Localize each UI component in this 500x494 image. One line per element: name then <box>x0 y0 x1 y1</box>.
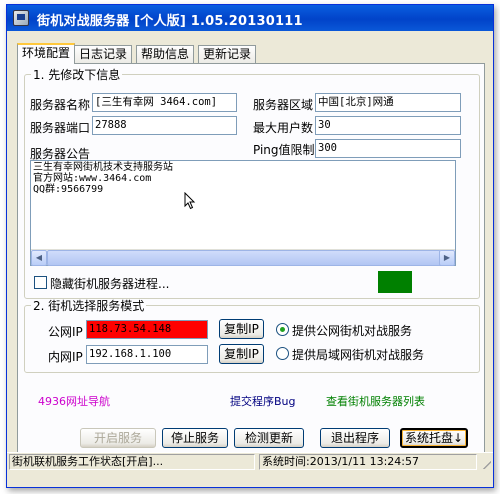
copy-private-ip-button[interactable]: 复制IP <box>219 344 264 364</box>
scroll-right-arrow-icon[interactable]: ▶ <box>439 250 455 266</box>
lan-mode-label: 提供局域网街机对战服务 <box>292 348 425 362</box>
horizontal-scrollbar[interactable]: ◀ ▶ <box>31 249 455 266</box>
public-mode-label: 提供公网街机对战服务 <box>292 324 413 338</box>
announcement-line: QQ群:9566799 <box>33 184 104 195</box>
max-users-label: 最大用户数 <box>253 121 314 135</box>
private-ip-label: 内网IP <box>48 350 83 364</box>
status-bar: 街机联机服务工作状态[开启]... 系统时间:2013/1/11 13:24:5… <box>7 452 493 470</box>
copy-public-ip-button[interactable]: 复制IP <box>219 319 264 339</box>
system-tray-button[interactable]: 系统托盘↓ <box>400 428 468 448</box>
server-port-input[interactable]: 27888 <box>92 116 237 135</box>
check-update-button[interactable]: 检测更新 <box>234 428 304 448</box>
app-window: 街机对战服务器 [个人版] 1.05.20130111 环境配置 日志记录 帮助… <box>6 4 494 488</box>
public-ip-label: 公网IP <box>48 325 83 339</box>
start-service-button[interactable]: 开启服务 <box>80 428 156 448</box>
service-state-text: 街机联机服务工作状态[开启]... <box>9 454 255 470</box>
server-region-label: 服务器区域 <box>253 98 314 112</box>
announcement-line: 三生有幸网街机技术支持服务站 <box>33 162 173 173</box>
submit-bug-link[interactable]: 提交程序Bug <box>230 393 296 409</box>
public-mode-radio[interactable] <box>276 323 289 336</box>
hide-process-checkbox[interactable] <box>34 276 47 289</box>
lan-mode-radio[interactable] <box>276 347 289 360</box>
server-name-input[interactable]: [三生有幸网 3464.com] <box>92 93 237 112</box>
ping-limit-label: Ping值限制 <box>253 143 315 157</box>
tab-help[interactable]: 帮助信息 <box>136 45 195 63</box>
hide-process-label: 隐藏街机服务器进程... <box>50 277 170 291</box>
server-region-input[interactable]: 中国[北京]网通 <box>315 93 461 112</box>
window-title: 街机对战服务器 [个人版] 1.05.20130111 <box>37 14 303 29</box>
exit-program-button[interactable]: 退出程序 <box>320 428 390 448</box>
private-ip-input[interactable]: 192.168.1.100 <box>86 345 208 364</box>
server-list-link[interactable]: 查看街机服务器列表 <box>326 393 425 409</box>
stop-service-button[interactable]: 停止服务 <box>162 428 228 448</box>
ping-limit-input[interactable]: 300 <box>315 139 461 158</box>
scroll-thumb[interactable] <box>47 250 441 266</box>
resize-grip-icon[interactable] <box>481 459 491 469</box>
max-users-input[interactable]: 30 <box>315 116 461 135</box>
announcement-textarea[interactable]: 三生有幸网街机技术支持服务站 官方网站:www.3464.com QQ群:956… <box>30 160 456 266</box>
public-ip-input[interactable]: 118.73.54.148 <box>86 320 208 339</box>
nav-link[interactable]: 4936网址导航 <box>38 393 110 409</box>
scroll-left-arrow-icon[interactable]: ◀ <box>31 250 47 266</box>
tab-log[interactable]: 日志记录 <box>74 45 133 63</box>
server-info-legend: 1. 先修改下信息 <box>33 68 121 82</box>
tab-changelog[interactable]: 更新记录 <box>198 45 257 63</box>
announcement-line: 官方网站:www.3464.com <box>33 173 152 184</box>
server-port-label: 服务器端口 <box>30 121 91 135</box>
service-mode-legend: 2. 街机选择服务模式 <box>33 299 145 313</box>
announcement-content: 三生有幸网街机技术支持服务站 官方网站:www.3464.com QQ群:956… <box>33 162 453 195</box>
server-name-label: 服务器名称 <box>30 98 91 112</box>
status-indicator <box>378 271 412 293</box>
tab-panel-environment: 1. 先修改下信息 服务器名称 [三生有幸网 3464.com] 服务器区域 中… <box>17 63 485 454</box>
app-icon <box>13 10 29 26</box>
title-bar[interactable]: 街机对战服务器 [个人版] 1.05.20130111 <box>7 5 493 31</box>
system-time-text: 系统时间:2013/1/11 13:24:57 <box>259 454 477 470</box>
mouse-pointer-icon <box>184 192 196 210</box>
tab-environment-config[interactable]: 环境配置 <box>17 43 76 64</box>
